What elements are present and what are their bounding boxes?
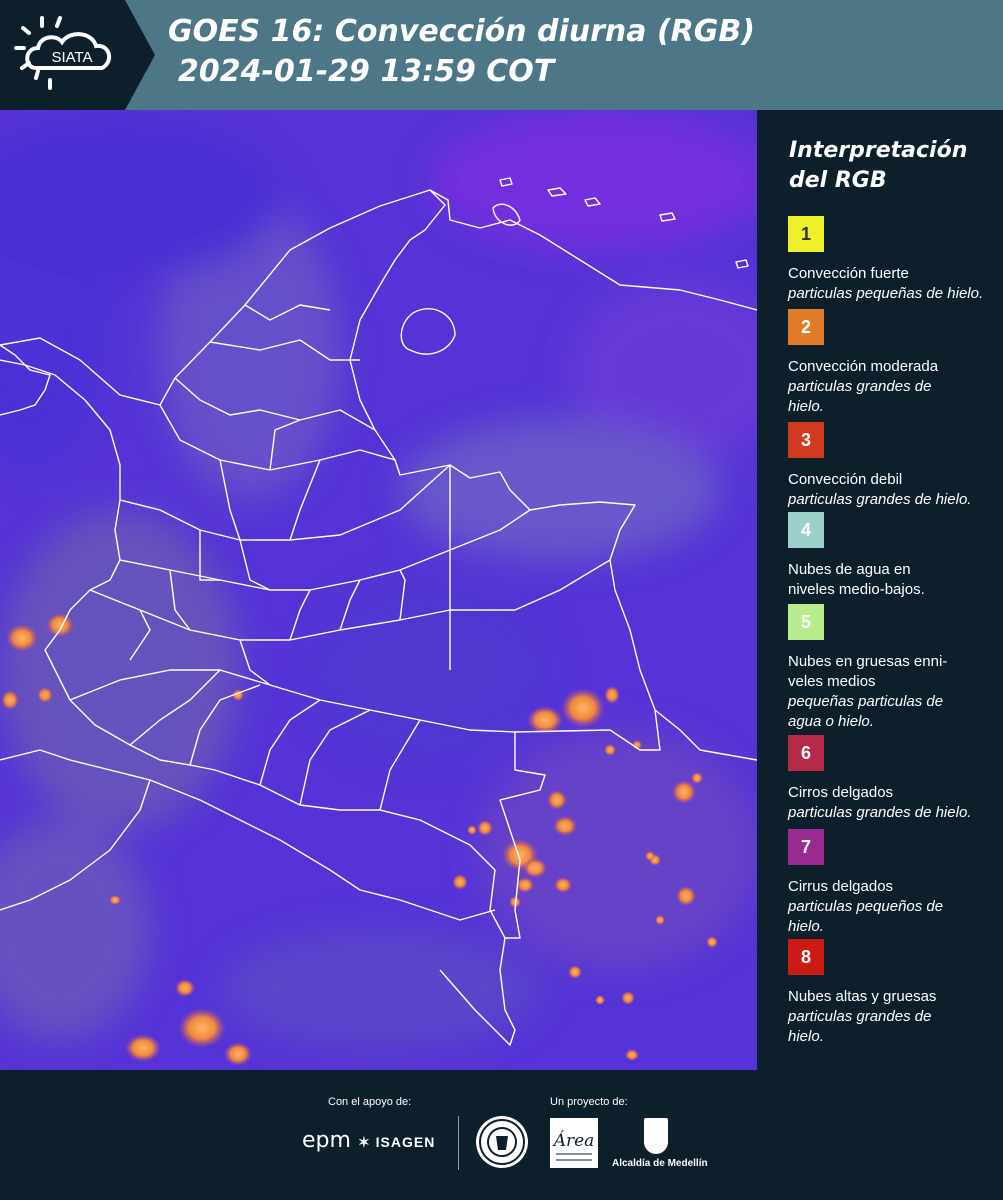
footer: Con el apoyo de: Un proyecto de: epm ✶ I… [0,1070,1003,1200]
isagen-logo: ✶ ISAGEN [358,1134,436,1150]
satellite-map [0,110,757,1070]
swatch-7: 7 [788,829,824,865]
title-line-1: GOES 16: Convección diurna (RGB) [168,14,755,49]
legend-label-7: Cirrus delgados [788,878,894,895]
swatch-1: 1 [788,216,824,252]
legend-sub-1: particulas pequeñas de hielo. [788,285,984,302]
legend-sub-7: particulas pequeños de hielo. [788,898,944,935]
swatch-6: 6 [788,735,824,771]
legend-item-1: 1 Convección fuerte particulas pequeñas … [788,216,988,304]
legend-item-8: 8 Nubes altas y gruesas particulas grand… [788,939,988,1047]
legend-item-4: 4 Nubes de agua en niveles medio-bajos. [788,512,988,600]
swatch-2: 2 [788,309,824,345]
legend-label-6: Cirros delgados [788,784,894,801]
area-metropolitana-logo: Área [550,1118,598,1168]
legend-label-3: Convección debil [788,471,903,488]
svg-text:Área: Área [552,1130,595,1151]
alcaldia-text: Alcaldía de Medellín [612,1158,708,1169]
legend-sub-3: particulas grandes de hielo. [788,491,972,508]
swatch-4: 4 [788,512,824,548]
header-bar: SIATA GOES 16: Convección diurna (RGB) 2… [0,0,1003,110]
legend-title: Interpretación del RGB [789,138,968,193]
siata-logo: SIATA [0,0,155,110]
legend-label-2: Convección moderada [788,358,939,375]
legend-sub-6: particulas grandes de hielo. [788,804,972,821]
alcaldia-logo: Alcaldía de Medellín [612,1118,708,1178]
legend-item-3: 3 Convección debil particulas grandes de… [788,422,988,510]
legend-sub-8: particulas grandes de hielo. [788,1008,932,1045]
legend-item-2: 2 Convección moderada particulas grandes… [788,309,988,417]
legend-label-8: Nubes altas y gruesas [788,988,937,1005]
footer-divider [458,1116,459,1170]
legend-label-5: Nubes en gruesas enni-veles medios [788,653,948,690]
logo-text: SIATA [51,49,92,66]
legend-sub-5: pequeñas particulas de agua o hielo. [788,693,944,730]
legend-label-1: Convección fuerte [788,265,909,282]
legend-item-6: 6 Cirros delgados particulas grandes de … [788,735,988,823]
swatch-3: 3 [788,422,824,458]
swatch-8: 8 [788,939,824,975]
legend-item-7: 7 Cirrus delgados particulas pequeños de… [788,829,988,937]
legend-panel: Interpretación del RGB 1 Convección fuer… [757,110,1003,1070]
project-label: Un proyecto de: [550,1096,628,1108]
epm-logo: epm [302,1128,351,1153]
title-line-2: 2024-01-29 13:59 COT [178,54,555,89]
support-label: Con el apoyo de: [328,1096,412,1108]
legend-item-5: 5 Nubes en gruesas enni-veles medios peq… [788,604,988,732]
legend-sub-2: particulas grandes de hielo. [788,378,932,415]
alcaldia-shield-icon [644,1118,668,1154]
isagen-star-icon: ✶ [358,1134,371,1150]
legend-label-4: Nubes de agua en niveles medio-bajos. [788,561,925,598]
university-seal-icon [476,1116,528,1168]
swatch-5: 5 [788,604,824,640]
